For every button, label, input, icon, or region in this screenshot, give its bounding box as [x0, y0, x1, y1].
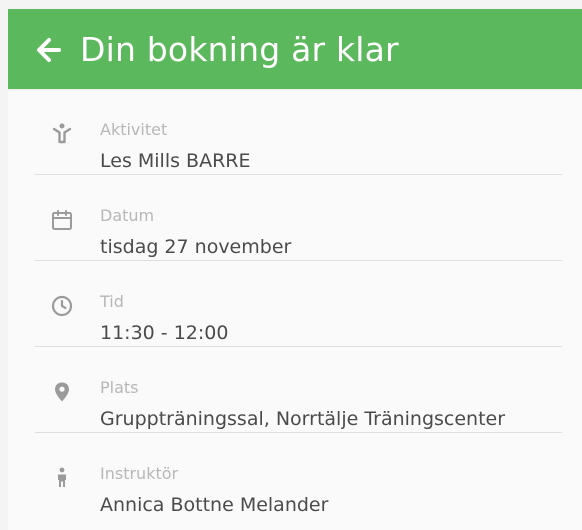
detail-row-activity: Aktivitet Les Mills BARRE: [8, 89, 582, 175]
detail-label-date: Datum: [100, 206, 155, 225]
app-header: Din bokning är klar: [8, 9, 582, 89]
detail-label-time: Tid: [100, 292, 124, 311]
page-title: Din bokning är klar: [80, 30, 399, 69]
detail-value-date: tisdag 27 november: [100, 236, 292, 258]
detail-row-date: Datum tisdag 27 november: [8, 175, 582, 261]
detail-label-instructor: Instruktör: [100, 464, 179, 483]
detail-value-activity: Les Mills BARRE: [100, 150, 251, 172]
detail-label-location: Plats: [100, 378, 139, 397]
detail-label-activity: Aktivitet: [100, 120, 168, 139]
booking-confirmation-screen: Din bokning är klar Aktivitet Les Mills …: [8, 9, 582, 530]
back-arrow-icon[interactable]: [35, 36, 63, 64]
activity-icon: [52, 123, 72, 144]
detail-value-location: Gruppträningssal, Norrtälje Träningscent…: [100, 408, 506, 430]
calendar-icon: [52, 210, 72, 230]
clock-icon: [51, 295, 73, 317]
detail-value-instructor: Annica Bottne Melander: [100, 494, 329, 516]
detail-row-instructor: Instruktör Annica Bottne Melander: [8, 433, 582, 519]
detail-row-location: Plats Gruppträningssal, Norrtälje Tränin…: [8, 347, 582, 433]
person-icon: [58, 467, 66, 487]
location-icon: [55, 382, 69, 402]
detail-value-time: 11:30 - 12:00: [100, 322, 229, 344]
detail-row-time: Tid 11:30 - 12:00: [8, 261, 582, 347]
